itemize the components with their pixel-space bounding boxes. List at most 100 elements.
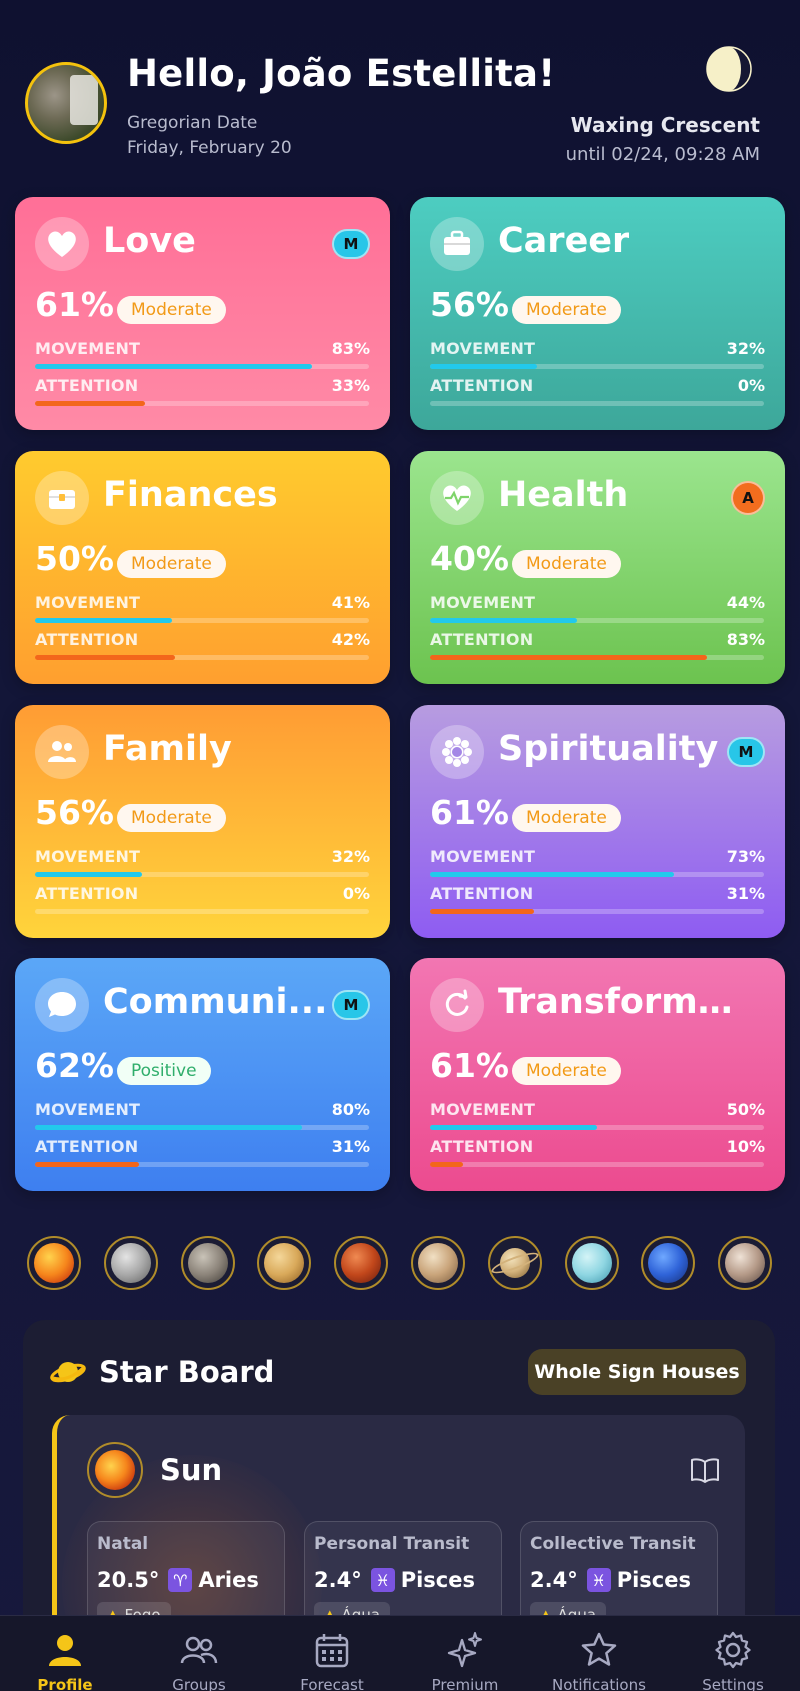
chat-bubble-icon xyxy=(35,978,89,1032)
zodiac-sign-icon: ♓ xyxy=(586,1568,611,1592)
nav-label: Forecast xyxy=(300,1676,364,1691)
status-pill: Moderate xyxy=(512,804,621,832)
sign-name: Aries xyxy=(198,1568,259,1592)
people-icon xyxy=(35,725,89,779)
planet-saturn-button[interactable] xyxy=(487,1236,542,1290)
attention-bar-fill xyxy=(35,401,146,406)
sun-icon xyxy=(34,1243,74,1283)
book-icon[interactable] xyxy=(690,1457,720,1483)
card-love[interactable]: Love M 61% Moderate MOVEMENT 83% ATTENTI… xyxy=(15,197,390,430)
attention-bar xyxy=(35,401,369,406)
nav-label: Notifications xyxy=(552,1676,646,1691)
attention-label: ATTENTION xyxy=(430,376,534,395)
nav-settings[interactable]: Settings xyxy=(673,1616,793,1691)
planet-jupiter-button[interactable] xyxy=(411,1236,465,1290)
planet-neptune-button[interactable] xyxy=(641,1236,696,1290)
nav-label: Settings xyxy=(702,1676,764,1691)
movement-value: 73% xyxy=(726,847,765,866)
movement-bar-fill xyxy=(35,872,142,877)
greeting-title: Hello, João Estellita! xyxy=(127,52,556,95)
jupiter-icon xyxy=(418,1243,458,1283)
attention-bar xyxy=(35,909,369,914)
card-title: Finances xyxy=(103,475,278,515)
avatar[interactable] xyxy=(25,62,107,144)
uranus-icon xyxy=(571,1243,612,1283)
movement-value: 41% xyxy=(331,593,370,612)
movement-bar xyxy=(35,872,369,877)
planet-mars-button[interactable] xyxy=(334,1236,389,1290)
card-badge[interactable]: M xyxy=(332,229,370,259)
nav-premium[interactable]: Premium xyxy=(405,1616,525,1691)
position-label: Natal xyxy=(97,1534,149,1554)
attention-label: ATTENTION xyxy=(430,884,534,903)
status-pill: Positive xyxy=(117,1057,211,1085)
moon-phase-icon[interactable] xyxy=(705,45,753,93)
card-title: Health xyxy=(498,475,629,515)
movement-value: 32% xyxy=(331,847,370,866)
attention-value: 83% xyxy=(726,630,765,649)
card-communication[interactable]: Communi... M 62% Positive MOVEMENT 80% A… xyxy=(15,958,390,1191)
card-badge[interactable]: M xyxy=(332,990,370,1020)
attention-bar-fill xyxy=(430,1162,464,1167)
card-title: Love xyxy=(103,221,196,261)
attention-bar xyxy=(430,909,764,914)
planet-pluto-button[interactable] xyxy=(718,1236,773,1290)
nav-profile[interactable]: Profile xyxy=(5,1616,125,1691)
attention-bar xyxy=(430,401,764,406)
card-percent: 56% xyxy=(35,793,114,832)
planet-venus-button[interactable] xyxy=(257,1236,312,1290)
movement-value: 50% xyxy=(726,1100,765,1119)
degree: 2.4° xyxy=(314,1568,362,1592)
card-badge[interactable]: A xyxy=(731,481,765,515)
planet-sun-button[interactable] xyxy=(27,1236,81,1290)
movement-value: 80% xyxy=(331,1100,370,1119)
gear-icon xyxy=(715,1631,751,1669)
moon-phase-until: until 02/24, 09:28 AM xyxy=(565,144,760,165)
movement-bar xyxy=(430,618,764,623)
movement-label: MOVEMENT xyxy=(35,339,141,358)
card-title: Career xyxy=(498,221,630,261)
nav-forecast[interactable]: Forecast xyxy=(272,1616,392,1691)
nav-label: Groups xyxy=(172,1676,226,1691)
movement-value: 44% xyxy=(726,593,765,612)
card-career[interactable]: Career 56% Moderate MOVEMENT 32% ATTENTI… xyxy=(410,197,785,430)
attention-label: ATTENTION xyxy=(430,630,534,649)
position-label: Collective Transit xyxy=(530,1534,696,1554)
star-board-title: Star Board xyxy=(99,1355,275,1389)
lotus-icon xyxy=(430,725,484,779)
nav-notifications[interactable]: Notifications xyxy=(539,1616,659,1691)
card-badge[interactable]: M xyxy=(727,737,765,767)
card-finances[interactable]: Finances 50% Moderate MOVEMENT 41% ATTEN… xyxy=(15,451,390,684)
date-label: Gregorian Date xyxy=(127,113,258,133)
planet-mercury-button[interactable] xyxy=(180,1236,235,1290)
planet-moon-button[interactable] xyxy=(103,1236,158,1290)
card-transformation[interactable]: Transforma... 61% Moderate MOVEMENT 50% … xyxy=(410,958,785,1191)
refresh-icon xyxy=(430,978,484,1032)
status-pill: Moderate xyxy=(117,550,226,578)
card-family[interactable]: Family 56% Moderate MOVEMENT 32% ATTENTI… xyxy=(15,705,390,938)
card-percent: 61% xyxy=(430,793,509,832)
card-percent: 61% xyxy=(430,1046,509,1085)
house-system-button[interactable]: Whole Sign Houses xyxy=(528,1349,746,1395)
mercury-icon xyxy=(187,1243,228,1283)
attention-bar-fill xyxy=(430,909,534,914)
sparkles-icon xyxy=(447,1632,482,1668)
sign-name: Pisces xyxy=(400,1568,475,1592)
movement-bar xyxy=(35,618,369,623)
card-health[interactable]: Health A 40% Moderate MOVEMENT 44% ATTEN… xyxy=(410,451,785,684)
status-pill: Moderate xyxy=(512,296,621,324)
movement-bar-fill xyxy=(430,872,674,877)
planet-uranus-button[interactable] xyxy=(564,1236,619,1290)
nav-groups[interactable]: Groups xyxy=(139,1616,259,1691)
card-spirituality[interactable]: Spirituality M 61% Moderate MOVEMENT 73%… xyxy=(410,705,785,938)
groups-icon xyxy=(180,1636,218,1664)
attention-bar xyxy=(430,655,764,660)
movement-bar xyxy=(430,1125,764,1130)
zodiac-sign-icon: ♓ xyxy=(370,1568,395,1592)
position-label: Personal Transit xyxy=(314,1534,470,1554)
attention-value: 31% xyxy=(331,1137,370,1156)
card-percent: 56% xyxy=(430,285,509,324)
person-icon xyxy=(49,1635,81,1666)
date-value: Friday, February 20 xyxy=(127,138,292,158)
sun-planet-icon xyxy=(87,1442,143,1498)
